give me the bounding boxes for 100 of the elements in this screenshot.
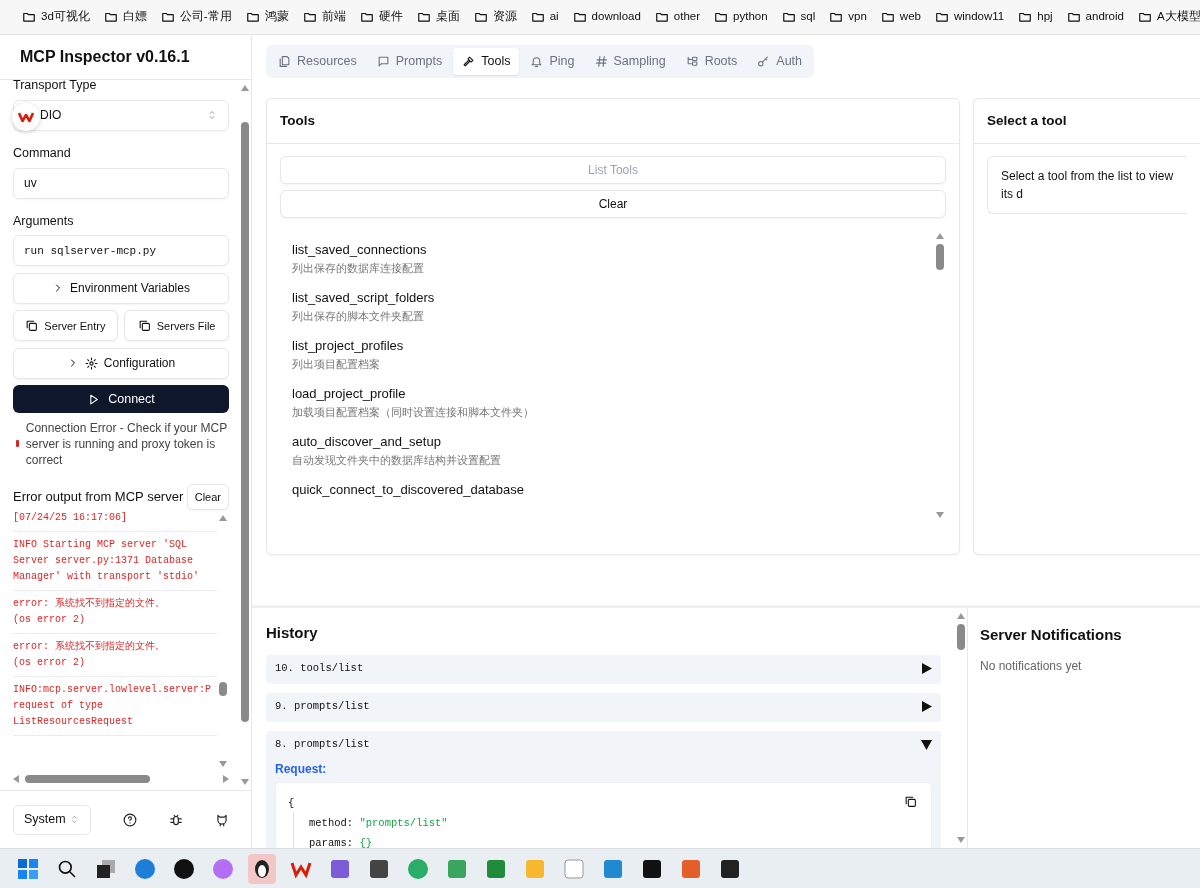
app-icon[interactable] xyxy=(248,853,276,884)
panel-title: Tools xyxy=(267,98,959,144)
scroll-arrow-icon[interactable] xyxy=(241,84,249,92)
configuration-button[interactable]: Configuration xyxy=(13,347,229,379)
copy-button[interactable]: Servers File xyxy=(124,310,229,342)
play-icon xyxy=(87,392,101,406)
clear-button[interactable]: Clear xyxy=(280,190,946,219)
tool-item[interactable]: load_project_profile 加载项目配置档案（同时设置连接和脚本文件夹） xyxy=(292,384,922,421)
clear-button[interactable]: Clear xyxy=(186,484,229,510)
env-vars-button[interactable]: Environment Variables xyxy=(13,272,229,304)
tool-item[interactable]: list_saved_script_folders 列出保存的脚本文件夹配置 xyxy=(292,288,922,325)
tool-item[interactable]: list_saved_connections 列出保存的数据库连接配置 xyxy=(292,240,922,277)
scrollbar-thumb[interactable] xyxy=(957,624,965,650)
folder-icon xyxy=(302,10,317,24)
folder-icon xyxy=(530,10,545,24)
transport-select[interactable]: DIO xyxy=(13,99,229,131)
history-entry[interactable]: 8. prompts/list Request: { method: "prompts/list" params: {} xyxy=(266,730,941,848)
gear-icon xyxy=(84,356,98,370)
error-message: Connection Error - Check if your MCP server is running and proxy token is correct xyxy=(25,419,228,468)
copy-icon xyxy=(137,319,151,333)
scrollbar-thumb[interactable] xyxy=(25,775,150,783)
copy-button[interactable]: Server Entry xyxy=(13,310,118,342)
tab[interactable]: Prompts xyxy=(367,48,452,75)
bookmark[interactable]: android xyxy=(1066,8,1124,26)
bookmark[interactable]: other xyxy=(654,8,701,26)
bookmark[interactable]: web xyxy=(880,8,921,26)
files-icon xyxy=(278,54,291,68)
connect-button[interactable]: Connect xyxy=(13,385,229,414)
tab[interactable]: Ping xyxy=(521,48,584,75)
bookmark[interactable]: vpn xyxy=(829,8,867,26)
folder-icon xyxy=(359,10,374,24)
zigzag-badge-icon xyxy=(12,102,40,131)
scroll-arrow-icon[interactable] xyxy=(957,612,965,620)
folder-icon xyxy=(934,10,949,24)
bookmark[interactable]: 桌面 xyxy=(416,8,460,26)
bookmark[interactable]: 资源 xyxy=(473,8,517,26)
log-entry: INFO:mcp.server.lowlevel.server:P request of type ListResourcesRequest xyxy=(13,677,217,736)
section-title: History xyxy=(266,623,319,643)
tool-item[interactable]: quick_connect_to_discovered_database xyxy=(292,480,922,500)
bug-icon xyxy=(169,813,183,828)
bookmark[interactable]: 3d可视化 xyxy=(22,8,90,26)
code-line: method: "prompts/list" xyxy=(309,815,449,831)
scrollbar-thumb[interactable] xyxy=(241,122,249,722)
tab[interactable]: Auth xyxy=(748,48,811,75)
bookmark[interactable]: 硬件 xyxy=(359,8,403,26)
bookmark[interactable]: ai xyxy=(530,8,559,26)
scroll-arrow-icon[interactable] xyxy=(13,774,19,784)
folder-icon xyxy=(1066,10,1081,24)
bookmark[interactable]: 前端 xyxy=(302,8,346,26)
hash-icon xyxy=(594,54,608,68)
folder-icon xyxy=(1137,10,1152,24)
bookmark[interactable]: python xyxy=(714,8,768,26)
tab[interactable]: Resources xyxy=(269,48,366,75)
scroll-arrow-icon[interactable] xyxy=(241,778,249,786)
bookmark[interactable]: window11 xyxy=(934,8,1005,26)
message-icon xyxy=(376,54,390,68)
tool-item[interactable]: auto_discover_and_setup 自动发现文件夹中的数据库结构并设置配置 xyxy=(292,432,922,469)
scroll-arrow-icon[interactable] xyxy=(936,511,944,520)
history-entry[interactable]: 9. prompts/list xyxy=(266,692,941,722)
log-entry: error: 系统找不到指定的文件。 (os error 2) xyxy=(13,591,217,634)
bookmark[interactable]: 公司-常用 xyxy=(160,8,232,26)
panel-title: Select a tool xyxy=(974,98,1200,144)
tab[interactable]: Sampling xyxy=(585,48,675,75)
code-block: { method: "prompts/list" params: {} xyxy=(275,781,932,848)
bookmark[interactable]: 白嫖 xyxy=(103,8,147,26)
section-title: Server Notifications xyxy=(980,625,1123,645)
copy-icon xyxy=(904,794,917,808)
key-icon xyxy=(757,54,771,68)
folder-icon xyxy=(103,10,118,24)
folder-icon xyxy=(245,10,260,24)
scrollbar-thumb[interactable] xyxy=(219,682,227,696)
section-title: Error output from MCP server xyxy=(13,488,184,507)
history-entry[interactable]: 10. tools/list xyxy=(266,654,941,684)
folder-icon xyxy=(416,10,431,24)
tab[interactable]: Roots xyxy=(676,48,747,75)
chevrons-icon xyxy=(69,814,80,825)
tab[interactable]: Tools xyxy=(453,48,520,75)
scroll-arrow-icon[interactable] xyxy=(936,232,944,241)
scroll-arrow-icon[interactable] xyxy=(957,836,965,844)
cat-icon xyxy=(215,813,229,828)
error-indicator xyxy=(16,440,20,448)
code-line: params: {} xyxy=(309,835,374,848)
bookmark[interactable]: 鸿蒙 xyxy=(245,8,289,26)
tool-item[interactable]: list_project_profiles 列出项目配置档案 xyxy=(292,336,922,373)
log-entry: [07/24/25 16:17:06] xyxy=(13,510,217,532)
input-field[interactable]: run sqlserver-mcp.py xyxy=(13,235,229,267)
folder-icon xyxy=(22,10,36,24)
theme-select[interactable]: System xyxy=(13,804,91,835)
bookmark[interactable]: sql xyxy=(781,8,816,26)
bookmark[interactable]: hpj xyxy=(1018,8,1053,26)
placeholder-message: Select a tool from the list to view its d xyxy=(987,155,1187,214)
chevrons-icon xyxy=(206,109,218,122)
folder-icon xyxy=(781,10,796,24)
bookmark[interactable]: download xyxy=(572,8,641,26)
folder-icon xyxy=(880,10,895,24)
folder-icon xyxy=(654,10,669,24)
bookmark[interactable]: A大模型 xyxy=(1137,8,1200,26)
scroll-arrow-icon[interactable] xyxy=(219,514,227,522)
scrollbar-thumb[interactable] xyxy=(936,244,944,271)
input-field[interactable]: uv xyxy=(13,167,229,199)
